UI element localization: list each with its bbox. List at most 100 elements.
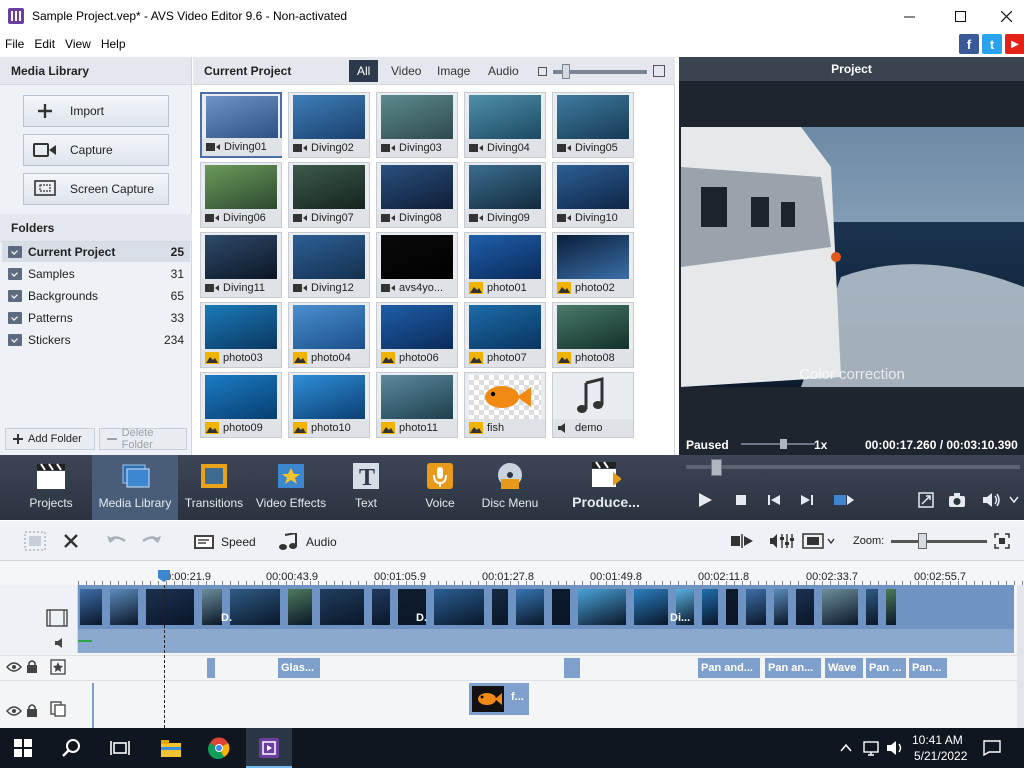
playback-timeline[interactable] [686,465,1020,469]
task-view-icon[interactable] [110,739,130,757]
split-icon[interactable] [730,533,754,549]
audio-mixer-icon[interactable] [769,532,795,550]
speed-handle[interactable] [780,439,787,449]
media-item-diving04[interactable]: Diving04 [464,92,546,158]
delete-icon[interactable] [63,533,79,549]
media-item-photo08[interactable]: photo08 [552,302,634,368]
video-effects-button[interactable]: Video Effects [252,455,330,520]
folder-current-project[interactable]: Current Project 25 [2,242,190,262]
folder-backgrounds[interactable]: Backgrounds 65 [2,286,190,306]
folder-stickers[interactable]: Stickers 234 [2,330,190,350]
tab-image[interactable]: Image [429,60,478,82]
effect-block[interactable]: Glas... [278,658,320,678]
media-item-photo01[interactable]: photo01 [464,232,546,298]
timeline-ruler[interactable]: 00:00:21.9 00:00:43.9 00:01:05.9 00:01:2… [0,561,1024,585]
effect-block[interactable]: Pan ... [866,658,906,678]
menu-help[interactable]: Help [96,37,131,51]
clock-date[interactable]: 5/21/2022 [914,749,967,763]
effect-block[interactable] [207,658,215,678]
effect-block[interactable]: Pan and... [698,658,760,678]
media-item-photo09[interactable]: photo09 [200,372,282,438]
youtube-icon[interactable]: ▶ [1005,34,1024,54]
camera-snapshot-icon[interactable] [948,492,966,508]
media-item-fish[interactable]: fish [464,372,546,438]
preview-video[interactable]: Color correction [681,127,1024,387]
fullscreen-icon[interactable] [918,492,934,508]
next-frame-icon[interactable] [800,494,814,506]
speed-button[interactable]: Speed [193,531,256,553]
twitter-icon[interactable]: t [982,34,1002,54]
windows-start-icon[interactable] [14,739,32,757]
media-item-photo10[interactable]: photo10 [288,372,370,438]
media-item-photo07[interactable]: photo07 [464,302,546,368]
fit-to-window-icon[interactable] [994,533,1010,549]
audio-mute-icon[interactable] [54,637,68,649]
aspect-ratio-icon[interactable] [802,533,836,549]
notification-icon[interactable] [983,740,1001,756]
add-folder-button[interactable]: Add Folder [5,428,95,450]
media-item-diving02[interactable]: Diving02 [288,92,370,158]
media-item-diving06[interactable]: Diving06 [200,162,282,228]
media-item-diving07[interactable]: Diving07 [288,162,370,228]
delete-folder-button[interactable]: Delete Folder [99,427,187,451]
speaker-icon[interactable] [886,740,904,756]
storyboard-icon[interactable] [24,531,46,551]
play-icon[interactable] [697,492,713,508]
screen-capture-button[interactable]: Screen Capture [23,173,169,205]
minimize-button[interactable] [886,0,932,32]
media-item-demo[interactable]: demo [552,372,634,438]
media-item-avs4yo[interactable]: avs4yo... [376,232,458,298]
eye-icon[interactable] [6,705,22,717]
tab-all[interactable]: All [349,60,379,82]
lock-icon[interactable] [26,703,38,717]
media-item-diving08[interactable]: Diving08 [376,162,458,228]
menu-edit[interactable]: Edit [29,37,60,51]
speed-slider[interactable] [741,443,815,445]
previous-frame-icon[interactable] [767,494,781,506]
network-icon[interactable] [862,740,880,756]
snapshot-sequence-icon[interactable] [833,494,855,506]
close-button[interactable] [983,0,1024,32]
text-button[interactable]: T Text [342,455,390,520]
maximize-button[interactable] [937,0,983,32]
chevron-down-icon[interactable] [1009,496,1019,504]
facebook-icon[interactable]: f [959,34,979,54]
timeline-scrollbar[interactable] [1017,585,1024,728]
media-item-diving11[interactable]: Diving11 [200,232,282,298]
media-item-photo04[interactable]: photo04 [288,302,370,368]
media-item-photo11[interactable]: photo11 [376,372,458,438]
stop-icon[interactable] [735,494,747,506]
eye-icon[interactable] [6,661,22,673]
tab-video[interactable]: Video [383,60,429,82]
voice-button[interactable]: Voice [416,455,464,520]
media-item-diving10[interactable]: Diving10 [552,162,634,228]
volume-icon[interactable] [982,492,1002,508]
folder-samples[interactable]: Samples 31 [2,264,190,284]
effect-block[interactable]: Pan an... [765,658,821,678]
undo-icon[interactable] [106,533,128,549]
transitions-button[interactable]: Transitions [184,455,244,520]
media-item-diving01[interactable]: Diving01 [200,92,282,158]
media-item-photo02[interactable]: photo02 [552,232,634,298]
media-item-diving05[interactable]: Diving05 [552,92,634,158]
audio-waveform-strip[interactable] [78,629,1014,653]
redo-icon[interactable] [140,533,162,549]
audio-button[interactable]: Audio [278,531,337,553]
overlay-clip[interactable]: f... [469,683,529,715]
folder-patterns[interactable]: Patterns 33 [2,308,190,328]
lock-icon[interactable] [26,659,38,673]
disc-menu-button[interactable]: Disc Menu [480,455,540,520]
playhead-marker[interactable] [157,569,171,583]
zoom-handle[interactable] [918,533,927,549]
playback-handle[interactable] [711,459,722,476]
tab-audio[interactable]: Audio [480,60,527,82]
produce-button[interactable]: Produce... [568,455,644,520]
thumb-size-handle[interactable] [562,64,570,79]
media-item-diving09[interactable]: Diving09 [464,162,546,228]
menu-file[interactable]: File [0,37,29,51]
effect-block[interactable]: Wave [825,658,863,678]
import-button[interactable]: Import [23,95,169,127]
zoom-slider[interactable] [891,540,987,543]
media-library-button[interactable]: Media Library [92,455,178,520]
search-icon[interactable] [62,738,82,758]
